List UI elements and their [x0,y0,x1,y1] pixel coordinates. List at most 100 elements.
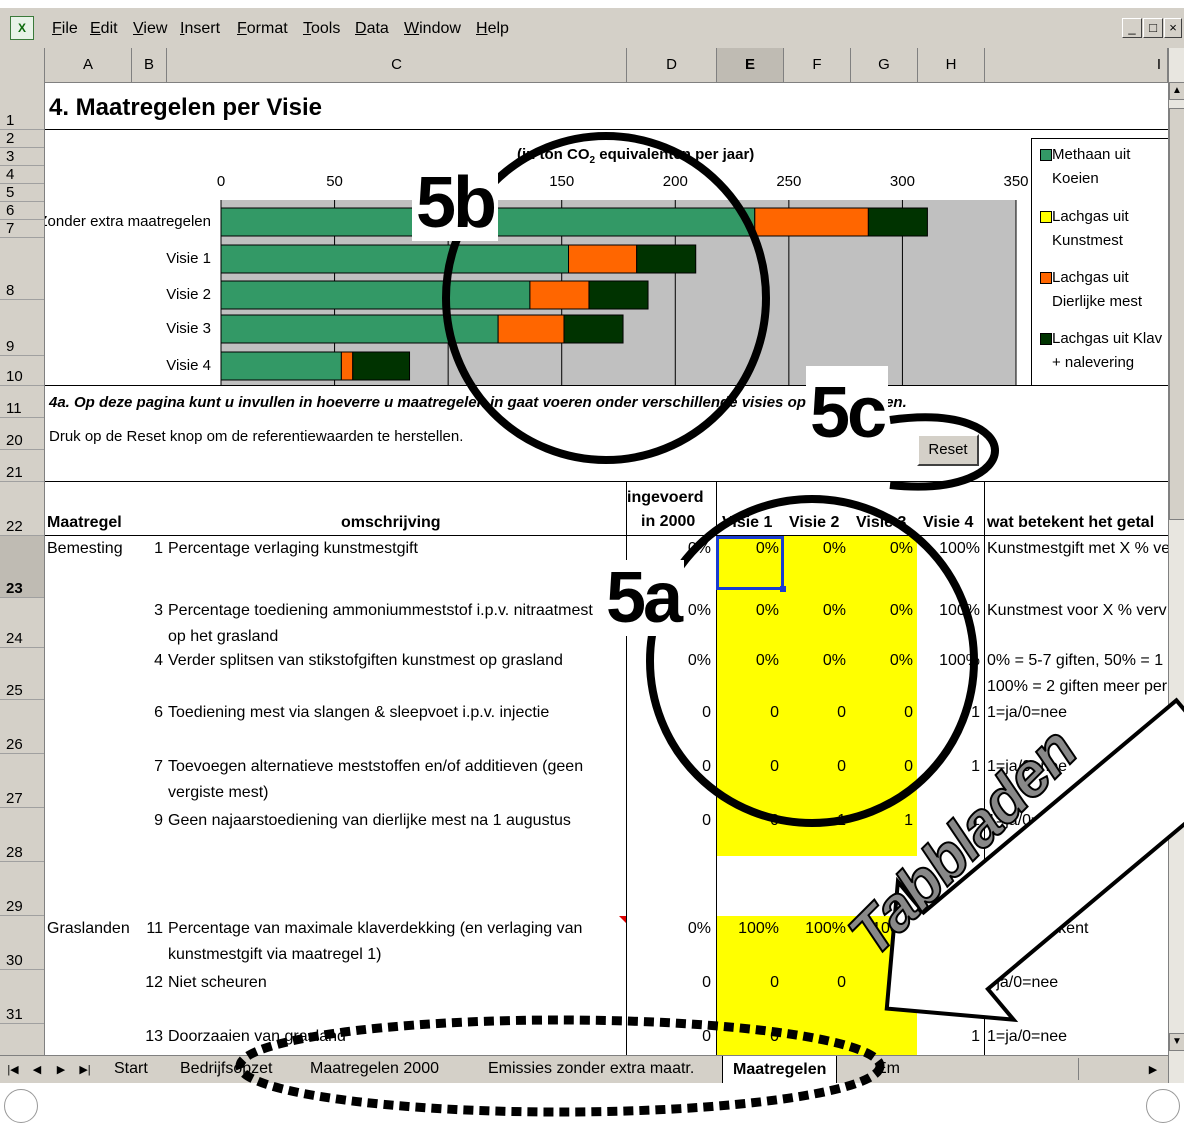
visie-3-value[interactable]: 0% [851,602,913,620]
visie-3-value[interactable]: 0% [851,540,913,558]
column-header-f[interactable]: F [784,48,851,82]
menu-file[interactable]: File [52,20,78,38]
row-header[interactable]: 31 [0,970,44,1024]
visie-1-value[interactable]: 0% [717,602,779,620]
menu-format[interactable]: Format [237,20,288,38]
row-header[interactable]: 6 [0,202,44,220]
visie-3-value[interactable]: 0% [851,652,913,670]
close-button[interactable]: × [1164,18,1182,38]
menu-edit[interactable]: Edit [90,20,118,38]
row-header[interactable]: 8 [0,238,44,300]
fill-handle[interactable] [780,586,786,592]
visie-2-value[interactable]: 0% [784,540,846,558]
visie-1-value[interactable]: 0 [717,974,779,992]
meaning-text: =ja/0=nee [987,974,1059,991]
row-header[interactable]: 23 [0,536,44,598]
category-label: Visie 3 [166,320,211,337]
measure-description: Niet scheuren [168,974,267,991]
tab-maatregelen[interactable]: Maatregelen [722,1056,838,1084]
row-header[interactable]: 20 [0,418,44,450]
reset-button[interactable]: Reset [917,434,979,466]
visie-3-value[interactable]: 0 [851,704,913,722]
menu-help[interactable]: Help [476,20,509,38]
tab-em[interactable]: Em [876,1060,900,1078]
scroll-thumb[interactable] [1169,108,1184,520]
row-header[interactable]: 4 [0,166,44,184]
measure-description: Doorzaaien van grasland [168,1028,346,1045]
bar-segment [220,280,531,310]
row-headers: 1 2 3 4 5 6 7 8 9 10 11 20 21 22 23 24 2… [0,82,45,1055]
x-tick-label: 50 [326,173,343,190]
visie-1-value[interactable]: 0 [717,758,779,776]
active-cell[interactable] [716,536,784,590]
scroll-right-arrow-icon[interactable]: ▶ [1146,1062,1160,1078]
last-sheet-arrow-icon[interactable]: ▶| [78,1062,92,1078]
scroll-down-arrow-icon[interactable]: ▼ [1169,1033,1184,1051]
select-all-corner[interactable] [0,48,45,82]
visie-1-value[interactable]: 100% [717,920,779,938]
menu-insert[interactable]: Insert [180,20,220,38]
visie-1-value[interactable]: 0 [717,1028,779,1046]
row-header[interactable]: 24 [0,598,44,648]
visie-3-value[interactable]: 0 [851,758,913,776]
column-header-a[interactable]: A [45,48,132,82]
column-header-h[interactable]: H [918,48,985,82]
row-header[interactable]: 28 [0,808,44,862]
horizontal-scroll-track[interactable] [1078,1058,1139,1080]
column-header-e[interactable]: E [717,48,784,82]
visie-2-value[interactable]: 1 [784,812,846,830]
bar-segment [220,314,499,344]
tab-start[interactable]: Start [114,1060,148,1078]
row-header[interactable]: 2 [0,130,44,148]
visie-2-value[interactable]: 0 [784,974,846,992]
row-header[interactable]: 1 [0,82,44,130]
row-header[interactable]: 10 [0,356,44,386]
row-header[interactable]: 27 [0,754,44,808]
prev-sheet-arrow-icon[interactable]: ◀ [30,1062,44,1078]
visie-2-value[interactable]: 0% [784,652,846,670]
row-header[interactable]: 3 [0,148,44,166]
column-header-b[interactable]: B [132,48,167,82]
tab-maatregelen-2000[interactable]: Maatregelen 2000 [310,1060,439,1078]
column-header-c[interactable]: C [167,48,627,82]
visie-2-value[interactable]: 0% [784,602,846,620]
row-header[interactable]: 25 [0,648,44,700]
row-header[interactable]: 5 [0,184,44,202]
column-header-d[interactable]: D [627,48,717,82]
comment-indicator[interactable] [619,916,626,923]
row-header[interactable]: 11 [0,386,44,418]
visie-3-value[interactable]: 1 [851,812,913,830]
minimize-button[interactable]: _ [1122,18,1142,38]
visie-2-value[interactable]: 100% [784,920,846,938]
row-header[interactable]: 7 [0,220,44,238]
tab-emissies[interactable]: Emissies zonder extra maatr. [488,1060,694,1078]
menu-window[interactable]: Window [404,20,461,38]
x-tick-label: 250 [776,173,801,190]
row-header[interactable]: 26 [0,700,44,754]
column-header-i[interactable]: I [985,48,1168,82]
row-header[interactable]: 30 [0,916,44,970]
row-header[interactable]: 22 [0,482,44,536]
excel-app-icon[interactable]: X [10,16,34,40]
menu-data[interactable]: Data [355,20,389,38]
tab-bedrijfsopzet[interactable]: Bedrijfsopzet [180,1060,273,1078]
row-header[interactable]: 29 [0,862,44,916]
bar-segment [636,244,697,274]
visie-2-value[interactable]: 0 [784,758,846,776]
emissions-chart[interactable]: (in ton CO2 equivalenten per jaar) 05010… [45,130,1168,386]
scroll-up-arrow-icon[interactable]: ▲ [1169,82,1184,100]
visie-1-value[interactable]: 0% [717,652,779,670]
menu-tools[interactable]: Tools [303,20,340,38]
annotation-label-5b: 5b [412,165,499,241]
first-sheet-arrow-icon[interactable]: |◀ [6,1062,20,1078]
visie-2-value[interactable]: 0 [784,704,846,722]
visie-1-value[interactable]: 0 [717,704,779,722]
row-header[interactable]: 21 [0,450,44,482]
visie-1-value[interactable]: 0 [717,812,779,830]
menu-view[interactable]: View [133,20,167,38]
row-header[interactable]: 9 [0,300,44,356]
column-header-g[interactable]: G [851,48,918,82]
restore-button[interactable]: □ [1143,18,1163,38]
next-sheet-arrow-icon[interactable]: ▶ [54,1062,68,1078]
vertical-scrollbar[interactable]: ▲ ▼ [1168,48,1184,1083]
